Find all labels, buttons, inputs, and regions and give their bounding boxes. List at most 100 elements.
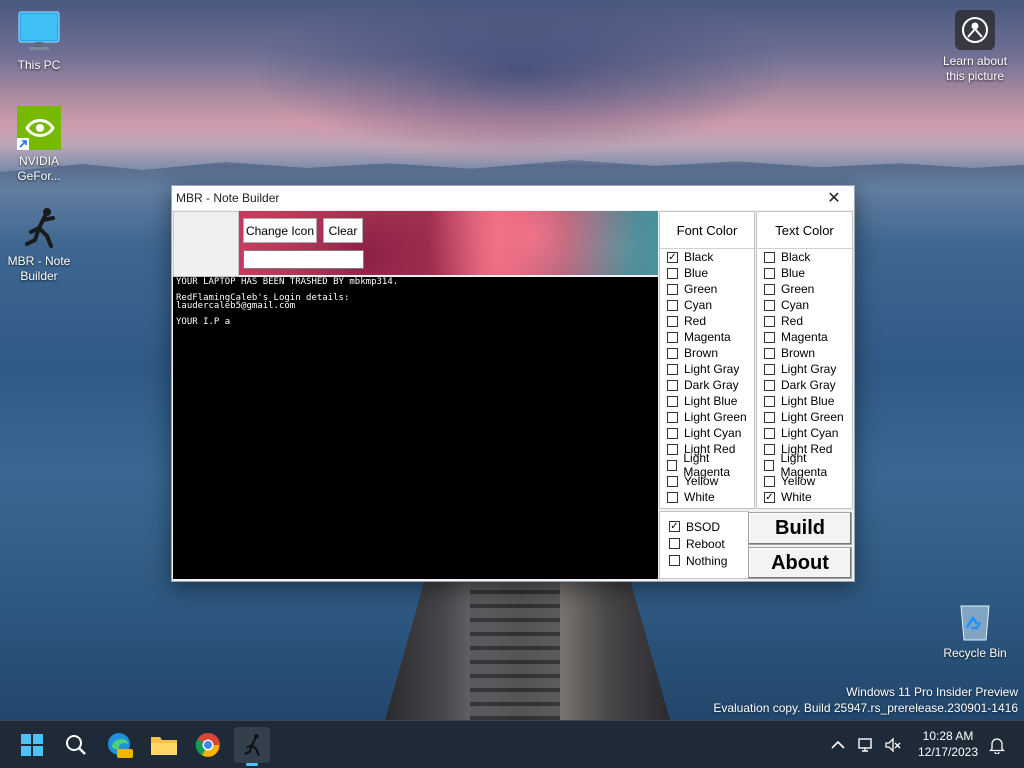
mbr-note-builder-taskbar-button[interactable] (234, 727, 270, 766)
action-option-bsod[interactable]: ✓ BSOD (660, 518, 748, 535)
action-checkbox[interactable]: ✓ (669, 521, 680, 532)
text-color-checkbox[interactable] (764, 443, 775, 455)
text-color-option-label: Light Blue (781, 394, 835, 408)
font-color-option-light-green[interactable]: Light Green (660, 409, 754, 425)
about-button[interactable]: About (748, 547, 852, 579)
font-color-option-light-cyan[interactable]: Light Cyan (660, 425, 754, 441)
desktop-icon-nvidia[interactable]: NVIDIA GeFor... (1, 106, 77, 184)
font-color-checkbox[interactable] (667, 427, 678, 439)
start-button[interactable] (14, 727, 50, 763)
text-color-option-light-gray[interactable]: Light Gray (757, 361, 852, 377)
font-color-option-green[interactable]: Green (660, 281, 754, 297)
font-color-checkbox[interactable] (667, 459, 678, 471)
volume-button[interactable] (882, 727, 904, 763)
text-color-checkbox[interactable] (764, 315, 775, 327)
clock-date: 12/17/2023 (917, 745, 979, 759)
font-color-checkbox[interactable]: ✓ (667, 251, 678, 263)
file-explorer-button[interactable] (146, 727, 182, 763)
window-titlebar[interactable]: MBR - Note Builder ✕ (172, 186, 854, 210)
desktop-icon-mbr-note-builder[interactable]: MBR - Note Builder (1, 206, 77, 284)
taskbar-clock[interactable]: 10:28 AM 12/17/2023 (912, 728, 984, 760)
text-color-checkbox[interactable] (764, 459, 775, 471)
text-color-checkbox[interactable] (764, 251, 775, 263)
font-color-option-white[interactable]: White (660, 489, 754, 505)
close-button[interactable]: ✕ (820, 186, 848, 210)
note-text-editor[interactable]: YOUR LAPTOP HAS BEEN TRASHED BY mbkmp314… (173, 277, 658, 579)
build-button[interactable]: Build (748, 512, 852, 545)
text-color-option-light-green[interactable]: Light Green (757, 409, 852, 425)
desktop-icon-this-pc[interactable]: This PC (1, 10, 77, 73)
font-color-checkbox[interactable] (667, 283, 678, 295)
text-color-checkbox[interactable] (764, 267, 775, 279)
font-color-option-label: White (684, 490, 715, 504)
font-color-checkbox[interactable] (667, 299, 678, 311)
font-color-option-light-magenta[interactable]: Light Magenta (660, 451, 754, 479)
network-button[interactable] (856, 727, 878, 763)
font-color-checkbox[interactable] (667, 491, 678, 503)
start-icon (21, 734, 43, 756)
font-color-option-red[interactable]: Red (660, 313, 754, 329)
font-color-option-magenta[interactable]: Magenta (660, 329, 754, 345)
text-color-checkbox[interactable] (764, 299, 775, 311)
text-color-option-blue[interactable]: Blue (757, 265, 852, 281)
text-color-option-cyan[interactable]: Cyan (757, 297, 852, 313)
font-color-checkbox[interactable] (667, 395, 678, 407)
text-color-checkbox[interactable] (764, 363, 775, 375)
action-option-nothing[interactable]: Nothing (660, 552, 748, 569)
text-color-option-light-blue[interactable]: Light Blue (757, 393, 852, 409)
font-color-checkbox[interactable] (667, 443, 678, 455)
change-icon-button[interactable]: Change Icon (243, 218, 317, 243)
text-color-option-white[interactable]: ✓ White (757, 489, 852, 505)
font-color-option-label: Light Cyan (684, 426, 742, 440)
font-color-option-label: Light Blue (684, 394, 738, 408)
text-color-checkbox[interactable] (764, 427, 775, 439)
search-button[interactable] (58, 727, 94, 763)
action-checkbox[interactable] (669, 555, 680, 566)
text-color-checkbox[interactable] (764, 475, 775, 487)
font-color-option-light-blue[interactable]: Light Blue (660, 393, 754, 409)
font-color-checkbox[interactable] (667, 363, 678, 375)
desktop-icon-learn-about-picture[interactable]: Learn about this picture (936, 10, 1014, 84)
icon-path-input[interactable] (243, 250, 364, 269)
text-color-option-green[interactable]: Green (757, 281, 852, 297)
text-color-checkbox[interactable] (764, 379, 775, 391)
edge-button[interactable] (102, 727, 138, 763)
desktop-icon-label: Learn about this picture (942, 54, 1008, 83)
notifications-button[interactable] (986, 727, 1008, 763)
font-color-checkbox[interactable] (667, 475, 678, 487)
text-color-option-light-cyan[interactable]: Light Cyan (757, 425, 852, 441)
chrome-button[interactable] (190, 727, 226, 763)
font-color-checkbox[interactable] (667, 267, 678, 279)
font-color-checkbox[interactable] (667, 379, 678, 391)
font-color-checkbox[interactable] (667, 315, 678, 327)
desktop-icon-recycle-bin[interactable]: Recycle Bin (936, 598, 1014, 661)
text-color-option-light-magenta[interactable]: Light Magenta (757, 451, 852, 479)
text-color-checkbox[interactable] (764, 395, 775, 407)
font-color-checkbox[interactable] (667, 411, 678, 423)
text-color-checkbox[interactable]: ✓ (764, 491, 775, 503)
text-color-checkbox[interactable] (764, 283, 775, 295)
font-color-option-light-gray[interactable]: Light Gray (660, 361, 754, 377)
text-color-option-brown[interactable]: Brown (757, 345, 852, 361)
font-color-panel: Font Color ✓ Black Blue Green Cyan Red Magenta… (659, 211, 755, 509)
text-color-option-label: Yellow (781, 474, 816, 488)
window-title: MBR - Note Builder (176, 191, 280, 205)
clear-button[interactable]: Clear (323, 218, 363, 243)
font-color-checkbox[interactable] (667, 347, 678, 359)
action-option-reboot[interactable]: Reboot (660, 535, 748, 552)
text-color-option-dark-gray[interactable]: Dark Gray (757, 377, 852, 393)
font-color-option-cyan[interactable]: Cyan (660, 297, 754, 313)
text-color-option-red[interactable]: Red (757, 313, 852, 329)
font-color-option-black[interactable]: ✓ Black (660, 249, 754, 265)
text-color-checkbox[interactable] (764, 411, 775, 423)
text-color-checkbox[interactable] (764, 331, 775, 343)
text-color-checkbox[interactable] (764, 347, 775, 359)
font-color-option-blue[interactable]: Blue (660, 265, 754, 281)
text-color-option-magenta[interactable]: Magenta (757, 329, 852, 345)
text-color-option-black[interactable]: Black (757, 249, 852, 265)
action-checkbox[interactable] (669, 538, 680, 549)
font-color-option-dark-gray[interactable]: Dark Gray (660, 377, 754, 393)
show-hidden-icons-button[interactable] (828, 727, 848, 763)
font-color-option-brown[interactable]: Brown (660, 345, 754, 361)
font-color-checkbox[interactable] (667, 331, 678, 343)
